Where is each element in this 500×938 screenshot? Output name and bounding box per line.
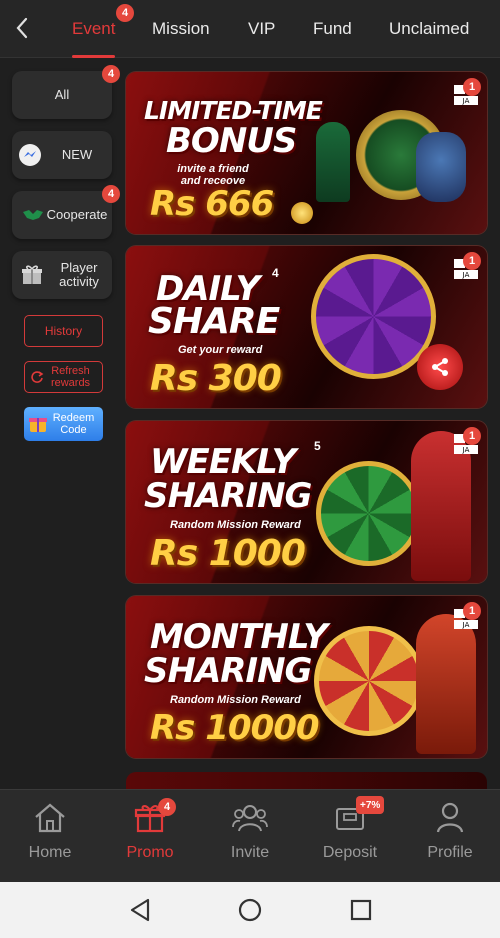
nav-label: Deposit (322, 844, 378, 861)
banner-badge: 1 (463, 427, 481, 445)
banner-subtitle: Random Mission Reward (170, 519, 301, 531)
messenger-icon (18, 143, 42, 167)
tab-label: Mission (152, 19, 210, 38)
nav-deposit[interactable]: +7% Deposit (300, 790, 400, 883)
nav-label: Promo (126, 844, 174, 861)
banner-title-line2: SHARING (144, 476, 312, 516)
square-recents-icon (350, 899, 372, 921)
nav-promo[interactable]: 4 Promo (100, 790, 200, 883)
banner-subtitle: Get your reward (178, 344, 263, 356)
banner-amount: Rs 666 (150, 184, 274, 224)
sidebar-item-cooperate[interactable]: Cooperate 4 (12, 185, 120, 239)
banner-monthly-sharing[interactable]: MONTHLY SHARING Random Mission Reward Rs… (126, 596, 487, 758)
android-system-nav (0, 882, 500, 938)
event-banner-list: LIMITED-TIME BONUS invite a friend and r… (125, 59, 500, 792)
sidebar-item-player-activity[interactable]: Player activity (12, 251, 112, 299)
deposit-bonus-badge: +7% (356, 796, 385, 814)
history-label: History (44, 324, 83, 338)
home-icon (33, 800, 67, 836)
woman-character-art (416, 614, 476, 754)
redeem-label: Redeem Code (52, 412, 95, 436)
top-tab-bar: Event 4 Mission VIP Fund Unclaimed (0, 0, 500, 58)
tab-label: Unclaimed (389, 19, 470, 38)
banner-title-line1: WEEKLY (150, 442, 296, 482)
cricket-player-art (316, 122, 350, 202)
share-icon (417, 344, 463, 390)
wallet-icon: +7% (334, 796, 385, 836)
svg-text:JA: JA (462, 621, 470, 629)
refresh-icon (30, 370, 44, 386)
sidebar-cooperate-badge: 4 (102, 185, 120, 203)
sidebar-item-all[interactable]: All 4 (12, 65, 120, 119)
shark-mascot-art (416, 132, 466, 202)
banner-number: 5 (314, 439, 321, 453)
sidebar-item-new[interactable]: NEW (12, 131, 112, 179)
redeem-code-button[interactable]: Redeem Code (24, 407, 103, 441)
history-button[interactable]: History (24, 315, 103, 347)
chevron-left-icon (16, 17, 28, 39)
category-sidebar: All 4 NEW Cooperate 4 Player activity Hi… (0, 59, 120, 789)
system-recents-button[interactable] (347, 896, 375, 924)
handshake-icon (22, 208, 44, 222)
banner-weekly-sharing[interactable]: WEEKLY 5 SHARING Random Mission Reward R… (126, 421, 487, 583)
svg-text:JA: JA (462, 97, 470, 105)
person-icon (435, 800, 465, 836)
banner-badge: 1 (463, 252, 481, 270)
people-icon (232, 800, 268, 836)
refresh-label: Refresh rewards (50, 365, 91, 389)
tab-unclaimed[interactable]: Unclaimed (389, 0, 469, 58)
nav-profile[interactable]: Profile (400, 790, 500, 883)
promo-badge: 4 (158, 798, 176, 816)
prize-wheel-art (316, 461, 421, 566)
sidebar-item-label: Player activity (59, 260, 99, 289)
gift-icon: 4 (134, 798, 176, 836)
tab-label: Event (72, 19, 116, 38)
gift-box-icon (20, 263, 44, 287)
banner-title-line1: LIMITED-TIME (144, 96, 323, 125)
svg-text:JA: JA (462, 446, 470, 454)
tab-mission[interactable]: Mission (152, 0, 210, 58)
banner-amount: Rs 300 (150, 358, 282, 399)
system-back-button[interactable] (126, 896, 154, 924)
banner-title-line2: SHARE (148, 301, 280, 342)
banner-daily-share[interactable]: DAILY 4 SHARE Get your reward Rs 300 JA … (126, 246, 487, 408)
banner-subtitle: Random Mission Reward (170, 694, 301, 706)
redeem-gift-icon (28, 415, 48, 436)
refresh-rewards-button[interactable]: Refresh rewards (24, 361, 103, 393)
banner-title-line2: BONUS (166, 121, 297, 161)
system-home-button[interactable] (236, 896, 264, 924)
sidebar-all-badge: 4 (102, 65, 120, 83)
sidebar-item-label: All (54, 87, 70, 102)
banner-badge: 1 (463, 78, 481, 96)
tab-event[interactable]: Event 4 (72, 0, 134, 58)
nav-label: Invite (230, 844, 270, 861)
circle-home-icon (238, 898, 262, 922)
nav-invite[interactable]: Invite (200, 790, 300, 883)
banner-amount: Rs 10000 (150, 708, 320, 748)
triangle-back-icon (130, 898, 150, 922)
banner-amount: Rs 1000 (150, 533, 306, 574)
nav-home[interactable]: Home (0, 790, 100, 883)
banner-title-line2: SHARING (144, 651, 312, 691)
banner-number: 4 (272, 266, 279, 280)
banner-limited-time-bonus[interactable]: LIMITED-TIME BONUS invite a friend and r… (126, 72, 487, 234)
banner-title-line1: MONTHLY (150, 617, 328, 657)
back-button[interactable] (8, 12, 36, 44)
nav-label: Home (28, 844, 72, 861)
tab-vip[interactable]: VIP (248, 0, 275, 58)
tab-fund[interactable]: Fund (313, 0, 352, 58)
gold-coin-art (291, 202, 313, 224)
banner-badge: 1 (463, 602, 481, 620)
nav-label: Profile (427, 844, 473, 861)
bottom-navigation: Home 4 Promo Invite +7% Deposit Profile (0, 789, 500, 882)
svg-text:JA: JA (462, 271, 470, 279)
tab-label: Fund (313, 19, 352, 38)
prize-wheel-art (314, 626, 424, 736)
tab-label: VIP (248, 19, 276, 38)
active-tab-indicator (72, 55, 116, 58)
tab-event-badge: 4 (116, 4, 134, 22)
sidebar-item-label: NEW (61, 147, 93, 162)
sidebar-item-label: Cooperate (46, 207, 108, 222)
